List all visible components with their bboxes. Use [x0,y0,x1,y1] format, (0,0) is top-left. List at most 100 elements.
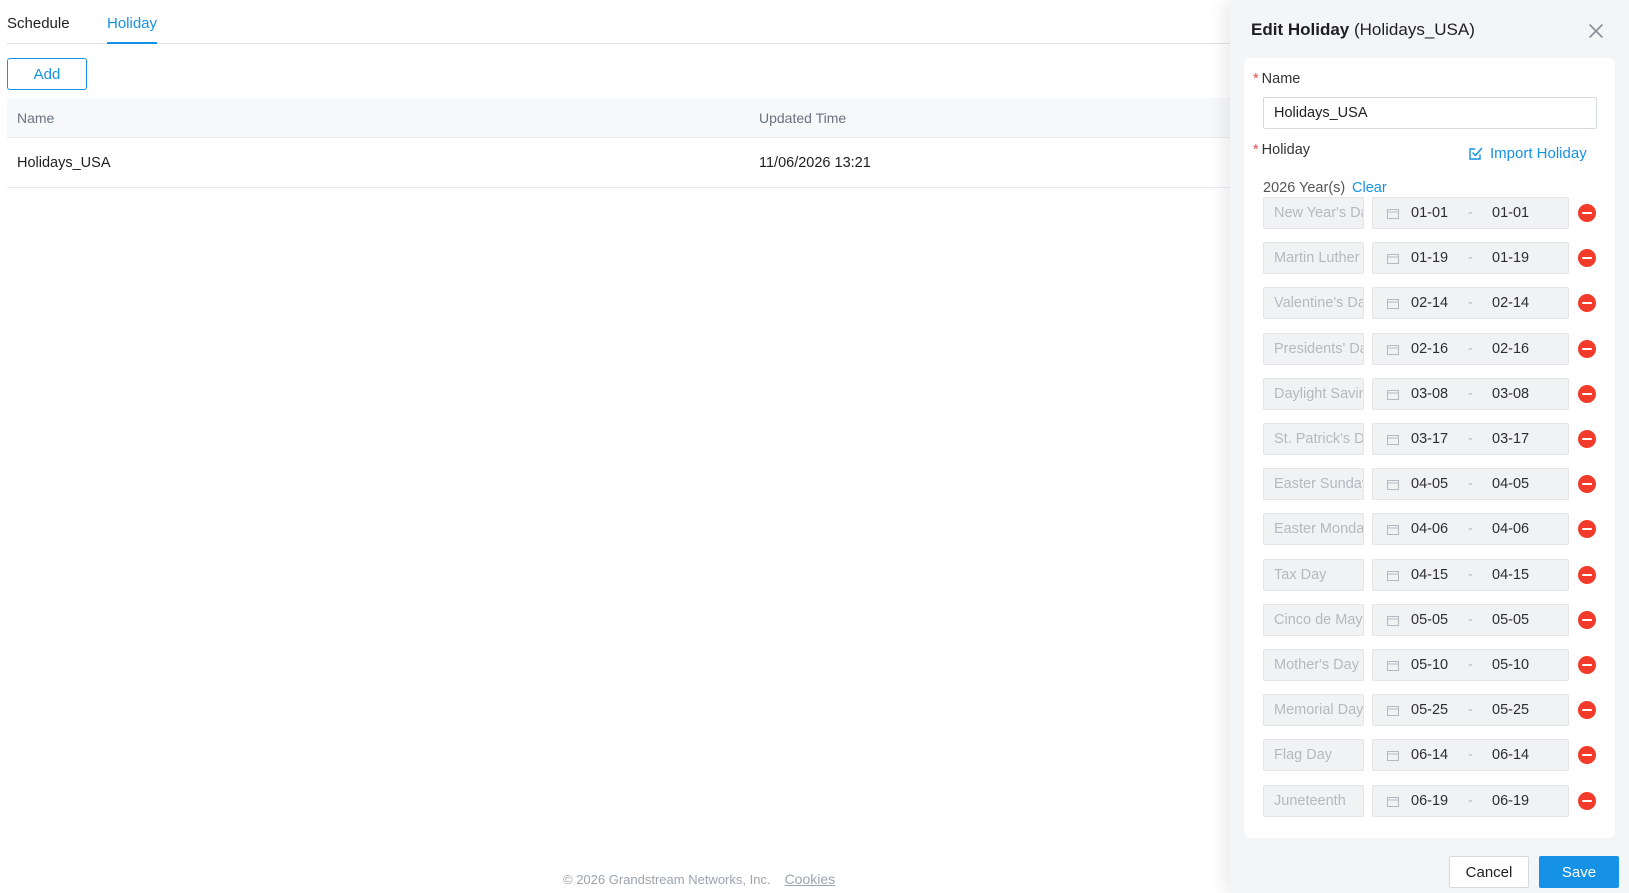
date-separator: - [1468,476,1473,493]
holiday-date-range[interactable]: 05-05 - 05-05 [1372,603,1569,636]
remove-holiday-icon[interactable] [1578,339,1596,358]
holiday-date-range[interactable]: 05-10 - 05-10 [1372,649,1569,681]
holiday-date-range[interactable]: 03-17 - 03-17 [1372,423,1569,455]
date-separator: - [1468,702,1473,719]
column-header-updated-time: Updated Time [759,109,847,126]
holiday-start-date: 05-10 [1411,657,1449,673]
remove-holiday-icon[interactable] [1578,565,1596,584]
cell-updated-time: 11/06/2026 13:21 [759,154,871,171]
holiday-date-range[interactable]: 03-08 - 03-08 [1372,377,1569,410]
holiday-start-date: 04-05 [1411,476,1449,493]
calendar-icon [1387,525,1399,536]
holiday-start-date: 03-17 [1411,431,1449,447]
holiday-row: Easter Sunday 04-05 - 04-05 [1263,468,1608,501]
date-separator: - [1468,566,1473,583]
holiday-row: New Year's Day 01-01 - 01-01 [1263,197,1608,229]
holiday-date-range[interactable]: 04-06 - 04-06 [1372,513,1569,546]
remove-holiday-icon[interactable] [1578,746,1596,765]
holiday-row: Cinco de Mayo 05-05 - 05-05 [1263,603,1608,636]
cookies-link[interactable]: Cookies [785,871,836,887]
clear-link[interactable]: Clear [1352,180,1387,196]
holiday-name-input[interactable]: Tax Day [1263,558,1364,591]
drawer-footer: Cancel Save [1230,842,1629,893]
holiday-date-range[interactable]: 05-25 - 05-25 [1372,694,1569,727]
remove-holiday-icon[interactable] [1578,656,1596,674]
column-header-name: Name [17,109,55,126]
holiday-name-input[interactable]: Easter Sunday [1263,468,1364,501]
calendar-icon [1387,254,1399,265]
holiday-start-date: 06-14 [1411,747,1449,764]
holiday-table: Name Updated Time Holidays_USA 11/06/202… [7,98,1257,188]
remove-holiday-icon[interactable] [1578,430,1596,448]
copyright-text: © 2026 Grandstream Networks, Inc. [563,872,771,887]
holiday-label: * Holiday [1253,142,1311,158]
drawer-title-main: Edit Holiday [1251,20,1350,39]
holiday-row: Martin Luther King Jr. Day 01-19 - 01-19 [1263,242,1608,275]
holiday-name-input[interactable]: Cinco de Mayo [1263,603,1364,636]
holiday-date-range[interactable]: 04-05 - 04-05 [1372,468,1569,501]
holiday-name-input[interactable]: Juneteenth [1263,784,1364,817]
edit-form: * Name Holidays_USA * Holiday Import Holid… [1244,58,1615,838]
calendar-icon [1387,299,1399,310]
save-button[interactable]: Save [1539,856,1619,888]
holiday-start-date: 01-19 [1411,250,1449,267]
remove-holiday-icon[interactable] [1578,520,1596,539]
table-row[interactable]: Holidays_USA 11/06/2026 13:21 [7,138,1257,188]
holiday-start-date: 04-06 [1411,521,1449,538]
holiday-end-date: 04-15 [1492,566,1530,583]
holiday-date-range[interactable]: 06-19 - 06-19 [1372,784,1569,817]
holiday-date-range[interactable]: 02-14 - 02-14 [1372,287,1569,320]
holiday-name-input[interactable]: Mother's Day [1263,649,1364,681]
page-footer: © 2026 Grandstream Networks, Inc. Cookies [563,871,835,887]
tab-holiday[interactable]: Holiday [107,15,158,44]
date-separator: - [1468,747,1473,764]
drawer-title: Edit Holiday (Holidays_USA) [1251,20,1475,40]
holiday-name-input[interactable]: Easter Monday [1263,513,1364,546]
holiday-row: Valentine's Day 02-14 - 02-14 [1263,287,1608,320]
holiday-row: Easter Monday 04-06 - 04-06 [1263,513,1608,546]
calendar-icon [1387,344,1399,355]
remove-holiday-icon[interactable] [1578,384,1596,403]
holiday-date-range[interactable]: 01-19 - 01-19 [1372,242,1569,275]
tab-bar: Schedule Holiday [7,0,1257,44]
remove-holiday-icon[interactable] [1578,204,1596,222]
holiday-end-date: 06-14 [1492,747,1530,764]
edit-holiday-drawer: Edit Holiday (Holidays_USA) * Name Holida… [1230,0,1629,893]
tab-schedule[interactable]: Schedule [7,15,70,32]
remove-holiday-icon[interactable] [1578,475,1596,494]
holiday-date-range[interactable]: 02-16 - 02-16 [1372,332,1569,365]
holiday-end-date: 01-01 [1492,205,1530,221]
calendar-icon [1387,570,1399,581]
holiday-name-input[interactable]: Martin Luther King Jr. Day [1263,242,1364,275]
add-button[interactable]: Add [7,58,87,90]
close-icon[interactable] [1587,22,1605,40]
holiday-name-input[interactable]: Memorial Day [1263,694,1364,727]
holiday-row: Daylight Saving Time starts 03-08 - 03-08 [1263,377,1608,410]
remove-holiday-icon[interactable] [1578,249,1596,268]
holiday-row: Mother's Day 05-10 - 05-10 [1263,649,1608,681]
holiday-name-input[interactable]: New Year's Day [1263,197,1364,229]
holiday-name-input[interactable]: Flag Day [1263,739,1364,772]
required-mark: * [1253,71,1259,87]
name-input[interactable]: Holidays_USA [1263,97,1597,129]
holiday-start-date: 02-16 [1411,340,1449,357]
remove-holiday-icon[interactable] [1578,610,1596,629]
calendar-icon [1387,796,1399,807]
holiday-start-date: 05-25 [1411,702,1449,719]
holiday-name-input[interactable]: Daylight Saving Time starts [1263,377,1364,410]
remove-holiday-icon[interactable] [1578,701,1596,720]
holiday-name-input[interactable]: Valentine's Day [1263,287,1364,320]
cancel-button[interactable]: Cancel [1449,856,1529,888]
date-separator: - [1468,385,1473,402]
import-holiday-button[interactable]: Import Holiday [1468,145,1587,162]
holiday-date-range[interactable]: 06-14 - 06-14 [1372,739,1569,772]
holiday-end-date: 03-08 [1492,385,1530,402]
remove-holiday-icon[interactable] [1578,791,1596,810]
holiday-name-input[interactable]: St. Patrick's Day [1263,423,1364,455]
calendar-icon [1387,751,1399,762]
holiday-date-range[interactable]: 01-01 - 01-01 [1372,197,1569,229]
holiday-name-input[interactable]: Presidents' Day [1263,332,1364,365]
holiday-date-range[interactable]: 04-15 - 04-15 [1372,558,1569,591]
holiday-end-date: 01-19 [1492,250,1530,267]
remove-holiday-icon[interactable] [1578,294,1596,313]
